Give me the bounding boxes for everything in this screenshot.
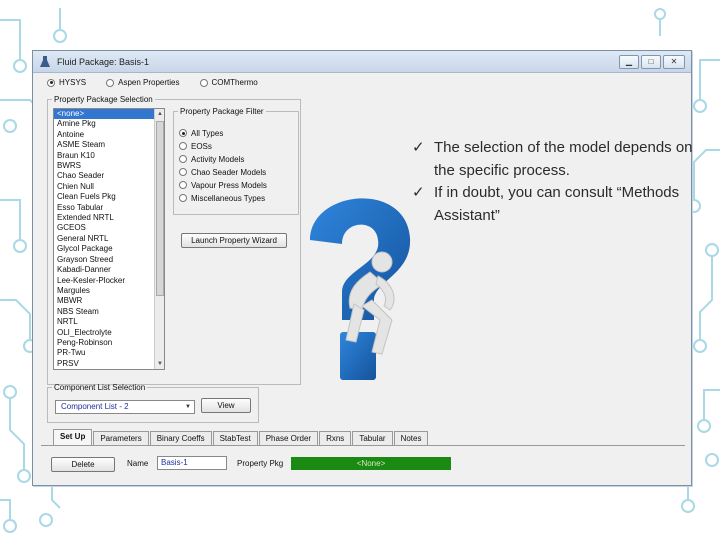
tab-parameters[interactable]: Parameters	[93, 431, 149, 445]
group-legend: Property Package Filter	[180, 107, 264, 116]
package-list-item[interactable]: Peng-Robinson	[54, 338, 164, 348]
filter-radio[interactable]: Chao Seader Models	[179, 167, 267, 178]
check-icon: ✓	[412, 184, 425, 201]
radio-dot	[199, 78, 208, 87]
close-button[interactable]: ✕	[663, 55, 685, 69]
radio-label: COMThermo	[211, 78, 258, 87]
package-list-item[interactable]: PR-Twu	[54, 348, 164, 358]
radio-label: Miscellaneous Types	[191, 193, 266, 203]
filter-radio-list: All Types EOSs Activity Models Chao Seader …	[179, 128, 267, 206]
radio-aspen-properties[interactable]: Aspen Properties	[106, 78, 180, 87]
name-label: Name	[127, 459, 149, 468]
name-field[interactable]: Basis-1	[157, 456, 227, 470]
package-list-item[interactable]: Antoine	[54, 130, 164, 140]
radio-dot	[179, 142, 187, 151]
radio-label: All Types	[191, 128, 224, 138]
package-list-item[interactable]: ASME Steam	[54, 140, 164, 150]
tab-stabtest[interactable]: StabTest	[212, 431, 258, 445]
scroll-down-icon[interactable]: ▼	[155, 359, 164, 369]
radio-label: Chao Seader Models	[191, 167, 267, 177]
package-list-item[interactable]: Chao Seader	[54, 171, 164, 181]
package-type-radio-group: HYSYS Aspen Properties COMThermo	[47, 78, 278, 87]
radio-comthermo[interactable]: COMThermo	[199, 78, 258, 87]
tab-divider	[41, 445, 685, 446]
package-list-item[interactable]: MBWR	[54, 296, 164, 306]
radio-dot	[106, 78, 115, 87]
radio-label: Vapour Press Models	[191, 180, 267, 190]
tab-set-up[interactable]: Set Up	[53, 429, 93, 445]
check-icon: ✓	[412, 139, 425, 156]
package-list-item[interactable]: Esso Tabular	[54, 203, 164, 213]
package-list-item[interactable]: Extended NRTL	[54, 213, 164, 223]
package-list-item[interactable]: Amine Pkg	[54, 119, 164, 129]
combo-value: Component List - 2	[61, 402, 129, 411]
package-list-item[interactable]: Clean Fuels Pkg	[54, 192, 164, 202]
radio-dot	[179, 129, 187, 138]
package-list-item[interactable]: GCEOS	[54, 223, 164, 233]
package-list-item[interactable]: Margules	[54, 286, 164, 296]
package-list-item[interactable]: Glycol Package	[54, 244, 164, 254]
group-legend: Property Package Selection	[54, 95, 153, 104]
delete-button[interactable]: Delete	[51, 457, 115, 472]
filter-radio[interactable]: Vapour Press Models	[179, 180, 267, 191]
group-legend: Component List Selection	[54, 383, 146, 392]
tab-binary-coeffs[interactable]: Binary Coeffs	[149, 431, 212, 445]
filter-radio[interactable]: All Types	[179, 128, 267, 139]
property-pkg-status: <None>	[291, 457, 451, 470]
tab-rxns[interactable]: Rxns	[319, 431, 352, 445]
radio-label: EOSs	[191, 141, 212, 151]
filter-radio[interactable]: EOSs	[179, 141, 267, 152]
window-title: Fluid Package: Basis-1	[57, 57, 150, 67]
launch-property-wizard-button[interactable]: Launch Property Wizard	[181, 233, 287, 248]
slide-bullets: ✓ The selection of the model depends on …	[400, 137, 700, 227]
bullet-text: If in doubt, you can consult “Methods As…	[434, 184, 680, 224]
property-pkg-label: Property Pkg	[237, 459, 284, 468]
bullet-item: ✓ If in doubt, you can consult “Methods …	[400, 182, 700, 227]
radio-label: HYSYS	[59, 78, 87, 87]
tab-notes[interactable]: Notes	[393, 431, 429, 445]
radio-dot	[179, 194, 187, 203]
title-bar: Fluid Package: Basis-1 ▁ □ ✕	[33, 51, 691, 73]
package-list-item[interactable]: <none>	[54, 109, 164, 120]
tab-tabular[interactable]: Tabular	[352, 431, 393, 445]
view-button[interactable]: View	[201, 398, 251, 413]
package-list-item[interactable]: Braun K10	[54, 151, 164, 161]
package-list-item[interactable]: NBS Steam	[54, 307, 164, 317]
bullet-item: ✓ The selection of the model depends on …	[400, 137, 700, 182]
chevron-down-icon[interactable]: ▼	[183, 402, 193, 412]
radio-dot	[179, 168, 187, 177]
maximize-button[interactable]: □	[641, 55, 661, 69]
package-list-item[interactable]: OLI_Electrolyte	[54, 328, 164, 338]
radio-hysys[interactable]: HYSYS	[47, 78, 86, 87]
property-package-list[interactable]: <none> Amine Pkg Antoine ASME Steam Braun K1…	[53, 108, 165, 370]
package-list-item[interactable]: Kabadi-Danner	[54, 265, 164, 275]
package-list-item[interactable]: General NRTL	[54, 234, 164, 244]
filter-radio[interactable]: Activity Models	[179, 154, 267, 165]
radio-label: Aspen Properties	[118, 78, 180, 87]
bullet-text: The selection of the model depends on th…	[434, 139, 693, 179]
flask-icon	[40, 56, 50, 67]
filter-radio[interactable]: Miscellaneous Types	[179, 193, 267, 204]
component-list-combo[interactable]: Component List - 2 ▼	[55, 400, 195, 414]
tab-strip: Set Up Parameters Binary Coeffs StabTest Pha…	[53, 429, 429, 445]
package-list-item[interactable]: Grayson Streed	[54, 255, 164, 265]
package-list-item[interactable]: NRTL	[54, 317, 164, 327]
minimize-button[interactable]: ▁	[619, 55, 639, 69]
scroll-up-icon[interactable]: ▲	[155, 109, 164, 119]
package-list-item[interactable]: Lee-Kesler-Plocker	[54, 276, 164, 286]
package-list-item[interactable]: Chien Null	[54, 182, 164, 192]
radio-dot	[47, 78, 55, 87]
package-list-item[interactable]: PRSV	[54, 359, 164, 369]
radio-dot	[179, 181, 187, 190]
radio-label: Activity Models	[191, 154, 245, 164]
scroll-thumb[interactable]	[156, 121, 164, 296]
tab-phase-order[interactable]: Phase Order	[258, 431, 319, 445]
radio-dot	[179, 155, 187, 164]
list-scrollbar[interactable]: ▲ ▼	[154, 109, 164, 369]
package-list-item[interactable]: BWRS	[54, 161, 164, 171]
